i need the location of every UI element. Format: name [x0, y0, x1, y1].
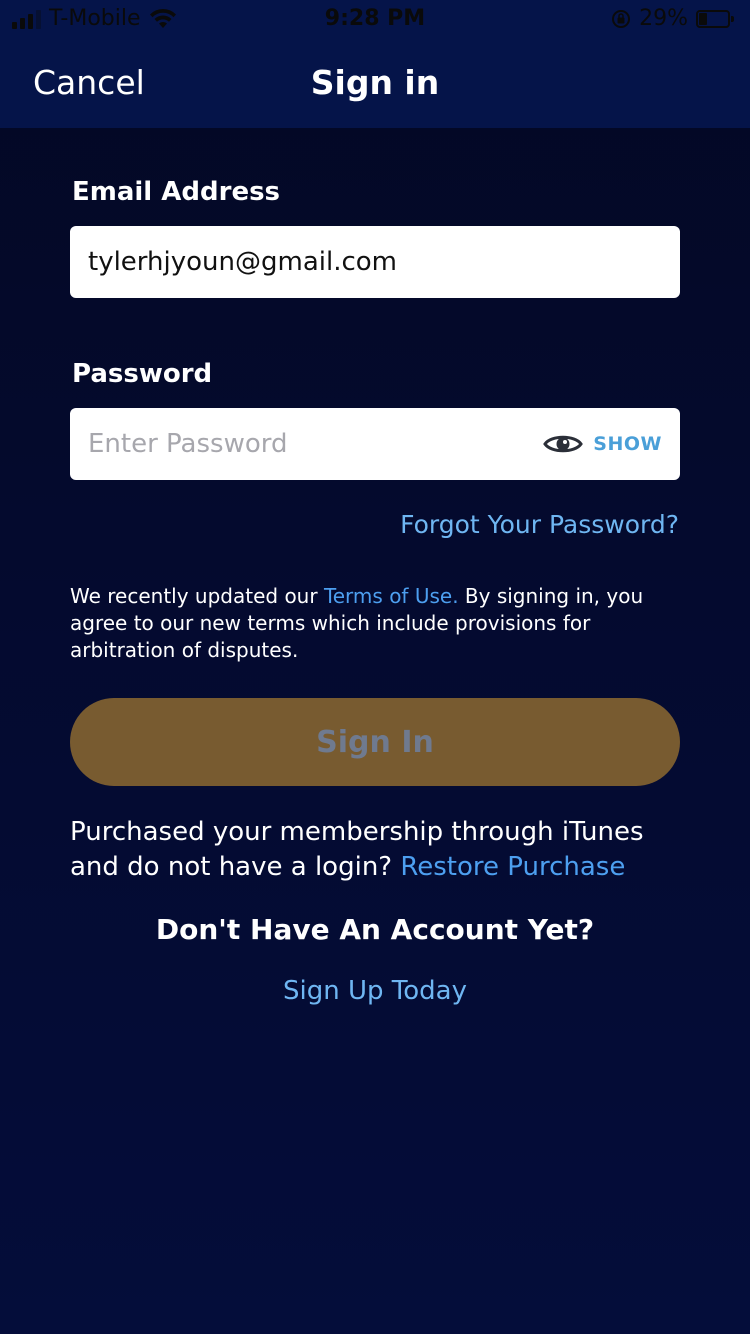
- sign-up-link[interactable]: Sign Up Today: [283, 976, 467, 1006]
- battery-percentage: 29%: [639, 6, 688, 31]
- forgot-password-link[interactable]: Forgot Your Password?: [400, 510, 679, 539]
- show-password-label: SHOW: [593, 433, 662, 455]
- sign-up-container: Sign Up Today: [0, 976, 750, 1006]
- status-right: 29%: [611, 6, 736, 31]
- orientation-lock-icon: [612, 9, 631, 28]
- email-field-container: [70, 226, 680, 298]
- status-bar: T-Mobile 9:28 PM 29%: [0, 0, 750, 40]
- terms-text-before: We recently updated our: [70, 584, 324, 608]
- battery-icon: [696, 9, 736, 28]
- password-field-container: SHOW: [70, 408, 680, 480]
- page-title: Sign in: [310, 63, 440, 102]
- show-password-toggle[interactable]: SHOW: [543, 408, 662, 480]
- password-label: Password: [72, 359, 213, 389]
- eye-icon: [543, 435, 584, 453]
- restore-purchase-notice: Purchased your membership through iTunes…: [70, 815, 680, 885]
- terms-of-use-link[interactable]: Terms of Use.: [324, 584, 459, 608]
- email-label: Email Address: [72, 177, 281, 207]
- terms-notice: We recently updated our Terms of Use. By…: [70, 583, 680, 664]
- top-bar: T-Mobile 9:28 PM 29% Cancel Sign in: [0, 0, 750, 128]
- sign-in-button[interactable]: Sign In: [70, 698, 680, 786]
- no-account-heading: Don't Have An Account Yet?: [155, 913, 595, 946]
- restore-purchase-link[interactable]: Restore Purchase: [400, 852, 625, 882]
- email-field[interactable]: [70, 226, 680, 298]
